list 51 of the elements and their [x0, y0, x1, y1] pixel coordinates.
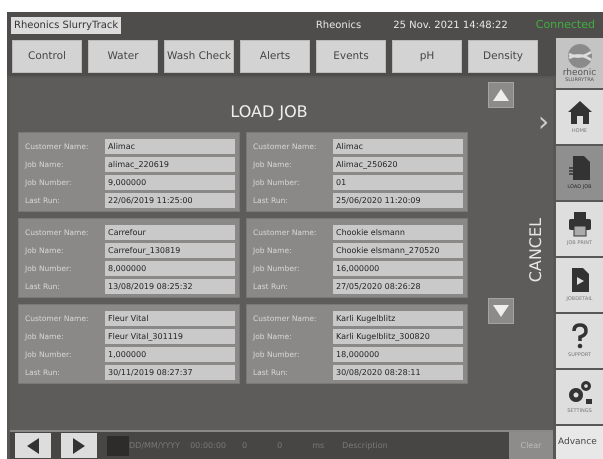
- field-value: 9,000000: [105, 175, 235, 190]
- scroll-up-button[interactable]: [488, 82, 514, 108]
- field-value: Chookie elsmann: [333, 225, 463, 240]
- company-name: Rheonics: [316, 18, 362, 32]
- field-value: alimac_220619: [105, 157, 235, 172]
- field-value: Karli Kugelblitz: [333, 311, 463, 326]
- logo-icon: [566, 43, 592, 69]
- field-value: 30/08/2020 08:28:11: [333, 365, 463, 380]
- tab[interactable]: pH: [392, 40, 462, 73]
- field-value: Alimac: [333, 139, 463, 154]
- field-value: 18,000000: [333, 347, 463, 362]
- field-value: 01: [333, 175, 463, 190]
- tab[interactable]: Control: [12, 40, 82, 73]
- field-value: 27/05/2020 08:26:28: [333, 279, 463, 294]
- tab[interactable]: Water: [88, 40, 158, 73]
- dialog-title: LOAD JOB: [230, 102, 308, 121]
- field-value: 1,000000: [105, 347, 235, 362]
- field-value: Alimac: [105, 139, 235, 154]
- down-triangle-icon: [493, 305, 509, 317]
- home-icon: [566, 98, 594, 126]
- field-value: Karli Kugelblitz_300820: [333, 329, 463, 344]
- field-value: 30/11/2019 08:27:37: [105, 365, 235, 380]
- field-value: 8,000000: [105, 261, 235, 276]
- field-value: Alimac_250620: [333, 157, 463, 172]
- field-value: Chookie elsmann_270520: [333, 243, 463, 258]
- logo-text: rheonic: [562, 69, 596, 78]
- field-value: Fleur Vital: [105, 311, 235, 326]
- status-indicator: [107, 436, 129, 456]
- field-value: 22/06/2019 11:25:00: [105, 193, 235, 208]
- field-value: 16,000000: [333, 261, 463, 276]
- field-value: Carrefour: [105, 225, 235, 240]
- connection-status: Connected: [536, 16, 595, 33]
- tab[interactable]: Alerts: [240, 40, 310, 73]
- field-value: Carrefour_130819: [105, 243, 235, 258]
- date-time: 25 Nov. 2021 14:48:22: [393, 18, 508, 32]
- chevron-icon[interactable]: ›: [538, 108, 550, 136]
- tab[interactable]: Events: [316, 40, 386, 73]
- previous-button[interactable]: [15, 433, 51, 458]
- tab[interactable]: Wash Check: [164, 40, 234, 73]
- field-value: 25/06/2020 11:20:09: [333, 193, 463, 208]
- cancel-button[interactable]: CANCEL: [526, 218, 546, 282]
- field-value: 13/08/2019 08:25:32: [105, 279, 235, 294]
- right-triangle-icon: [73, 438, 85, 454]
- app-title: Rheonics SlurryTrack: [11, 16, 122, 34]
- left-triangle-icon: [27, 438, 39, 454]
- tab[interactable]: Density: [468, 40, 538, 73]
- field-value: Fleur Vital_301119: [105, 329, 235, 344]
- advanced-button[interactable]: Advance: [556, 426, 603, 459]
- scroll-down-button[interactable]: [488, 298, 514, 324]
- up-triangle-icon: [493, 89, 509, 101]
- next-button[interactable]: [61, 433, 97, 458]
